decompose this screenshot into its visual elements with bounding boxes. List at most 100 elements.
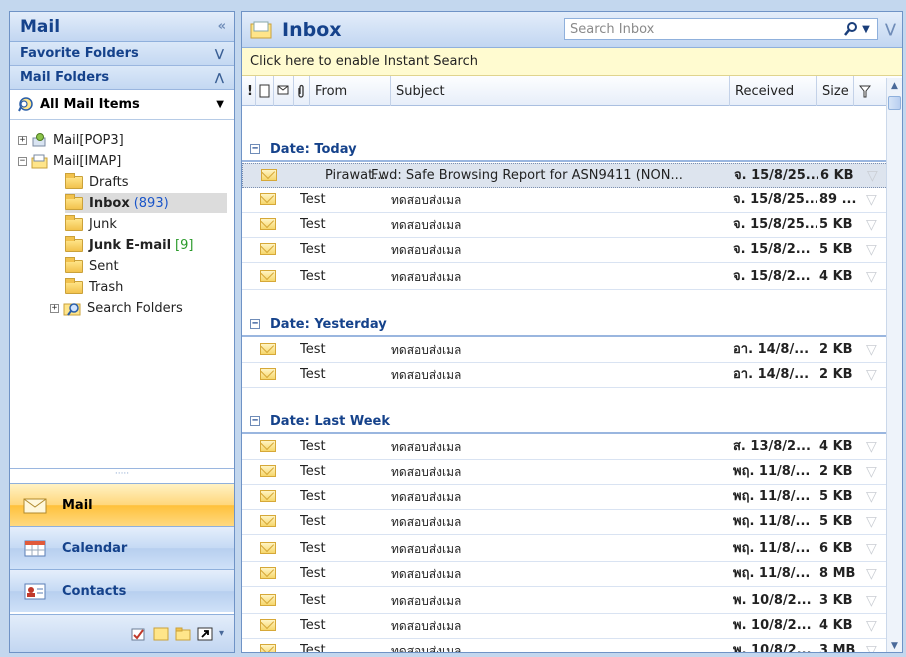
- importance-column[interactable]: !: [242, 76, 256, 106]
- flag-icon[interactable]: ▽: [866, 562, 882, 586]
- favorite-folders-header[interactable]: Favorite Folders ⋁: [10, 42, 234, 66]
- attachment-column[interactable]: [294, 76, 310, 106]
- flag-icon[interactable]: ▽: [866, 238, 882, 262]
- junk-email-folder-icon: [65, 235, 83, 252]
- tasks-icon[interactable]: [131, 627, 147, 641]
- search-button[interactable]: ▼: [837, 19, 877, 39]
- folder-list-icon[interactable]: [175, 627, 191, 641]
- collapse-group-icon[interactable]: −: [250, 144, 260, 154]
- group-header-last-week[interactable]: − Date: Last Week: [242, 410, 888, 434]
- message-received: จ. 15/8/2...: [733, 242, 811, 257]
- collapse-group-icon[interactable]: −: [250, 319, 260, 329]
- vertical-scrollbar[interactable]: ▲ ▼: [886, 78, 902, 652]
- message-row[interactable]: Test ทดสอบส่งเมล พฤ. 11/8/... 5 KB ▽: [242, 510, 888, 535]
- mail-nav-button[interactable]: Mail: [10, 483, 234, 526]
- scroll-up-icon[interactable]: ▲: [887, 78, 902, 94]
- message-from: Test: [300, 439, 326, 454]
- message-row[interactable]: Test ทดสอบส่งเมล จ. 15/8/25... 89 ... ▽: [242, 188, 888, 213]
- pane-splitter[interactable]: ·····: [10, 468, 234, 480]
- inbox-pane: Inbox ▼ ⋁ Click here to enable Instant S…: [241, 11, 903, 653]
- unread-envelope-icon: [260, 193, 276, 205]
- folder-junk-email[interactable]: Junk E-mail [9]: [65, 235, 193, 255]
- unread-envelope-icon: [260, 619, 276, 631]
- collapse-icon[interactable]: −: [18, 156, 27, 166]
- flag-icon[interactable]: ▽: [866, 614, 882, 638]
- flag-icon[interactable]: ▽: [866, 338, 882, 362]
- configure-buttons-icon[interactable]: ▾: [219, 628, 224, 639]
- expand-query-builder-icon[interactable]: ⋁: [885, 22, 896, 37]
- message-row[interactable]: Test ทดสอบส่งเมล ส. 13/8/2... 4 KB ▽: [242, 435, 888, 460]
- shortcuts-icon[interactable]: [197, 627, 213, 641]
- message-received: พ. 10/8/2...: [733, 618, 812, 633]
- folder-label: Inbox: [89, 195, 130, 211]
- expand-icon[interactable]: +: [50, 303, 59, 313]
- folder-drafts[interactable]: Drafts: [65, 172, 129, 192]
- message-from: Test: [300, 618, 326, 633]
- group-header-yesterday[interactable]: − Date: Yesterday: [242, 313, 888, 337]
- notes-icon[interactable]: [153, 627, 169, 641]
- folder-sent[interactable]: Sent: [65, 256, 119, 276]
- search-input[interactable]: [565, 21, 837, 37]
- page-icon: [259, 84, 270, 98]
- subject-column[interactable]: Subject: [391, 76, 730, 106]
- all-mail-items-selector[interactable]: All Mail Items ▼: [10, 90, 234, 120]
- message-row[interactable]: Test ทดสอบส่งเมล พฤ. 11/8/... 6 KB ▽: [242, 537, 888, 562]
- flag-icon[interactable]: ▽: [866, 435, 882, 459]
- from-column[interactable]: From: [310, 76, 391, 106]
- message-row[interactable]: Pirawat... Fwd: Safe Browsing Report for …: [242, 163, 888, 188]
- received-column[interactable]: Received: [730, 76, 817, 106]
- chevron-up-icon[interactable]: ⋀: [215, 71, 224, 84]
- folder-mail-pop3[interactable]: + Mail[POP3]: [18, 130, 124, 150]
- message-row[interactable]: Test ทดสอบส่งเมล พฤ. 11/8/... 2 KB ▽: [242, 460, 888, 485]
- message-row[interactable]: Test ทดสอบส่งเมล จ. 15/8/2... 4 KB ▽: [242, 265, 888, 290]
- message-row[interactable]: Test ทดสอบส่งเมล อา. 14/8/... 2 KB ▽: [242, 363, 888, 388]
- folder-trash[interactable]: Trash: [65, 277, 123, 297]
- flag-icon[interactable]: ▽: [866, 265, 882, 289]
- flag-icon[interactable]: ▽: [867, 164, 883, 188]
- unread-envelope-icon: [260, 440, 276, 452]
- message-row[interactable]: Test ทดสอบส่งเมล พ. 10/8/2... 3 MB ▽: [242, 639, 888, 652]
- message-row[interactable]: Test ทดสอบส่งเมล อา. 14/8/... 2 KB ▽: [242, 338, 888, 363]
- icon-column[interactable]: [256, 76, 274, 106]
- flag-icon[interactable]: ▽: [866, 363, 882, 387]
- flag-icon[interactable]: ▽: [866, 485, 882, 509]
- flag-icon[interactable]: ▽: [866, 213, 882, 237]
- scroll-thumb[interactable]: [888, 96, 901, 110]
- calendar-nav-button[interactable]: Calendar: [10, 526, 234, 569]
- flag-status-column[interactable]: [854, 76, 888, 106]
- flag-icon[interactable]: ▽: [866, 589, 882, 613]
- search-box[interactable]: ▼: [564, 18, 878, 40]
- scroll-down-icon[interactable]: ▼: [887, 638, 902, 652]
- navigation-pane: Mail « Favorite Folders ⋁ Mail Folders ⋀…: [9, 11, 235, 653]
- collapse-group-icon[interactable]: −: [250, 416, 260, 426]
- collapse-nav-button[interactable]: «: [218, 19, 226, 34]
- message-row[interactable]: Test ทดสอบส่งเมล จ. 15/8/25... 5 KB ▽: [242, 213, 888, 238]
- flag-icon[interactable]: ▽: [866, 460, 882, 484]
- chevron-down-icon[interactable]: ▼: [862, 24, 870, 35]
- folder-inbox[interactable]: Inbox (893): [65, 193, 227, 213]
- message-received: พฤ. 11/8/...: [733, 541, 811, 556]
- contacts-nav-button[interactable]: Contacts: [10, 569, 234, 612]
- mail-folders-header[interactable]: Mail Folders ⋀: [10, 66, 234, 90]
- size-column[interactable]: Size: [817, 76, 854, 106]
- flag-icon[interactable]: ▽: [866, 188, 882, 212]
- folder-search-folders[interactable]: + Search Folders: [50, 298, 183, 318]
- message-row[interactable]: Test ทดสอบส่งเมล พฤ. 11/8/... 5 KB ▽: [242, 485, 888, 510]
- folder-junk[interactable]: Junk: [65, 214, 117, 234]
- message-row[interactable]: Test ทดสอบส่งเมล จ. 15/8/2... 5 KB ▽: [242, 238, 888, 263]
- folder-mail-imap[interactable]: − Mail[IMAP]: [18, 151, 121, 171]
- instant-search-bar[interactable]: Click here to enable Instant Search: [242, 48, 902, 76]
- chevron-down-icon[interactable]: ⋁: [215, 47, 224, 60]
- message-row[interactable]: Test ทดสอบส่งเมล พ. 10/8/2... 3 KB ▽: [242, 589, 888, 614]
- dropdown-arrow-icon[interactable]: ▼: [216, 99, 224, 110]
- reminder-column[interactable]: [274, 76, 294, 106]
- message-row[interactable]: Test ทดสอบส่งเมล พ. 10/8/2... 4 KB ▽: [242, 614, 888, 639]
- message-from: Test: [300, 342, 326, 357]
- flag-icon[interactable]: ▽: [866, 537, 882, 561]
- expand-icon[interactable]: +: [18, 135, 27, 145]
- flag-icon[interactable]: ▽: [866, 510, 882, 534]
- group-header-today[interactable]: − Date: Today: [242, 138, 888, 162]
- flag-icon[interactable]: ▽: [866, 639, 882, 652]
- message-row[interactable]: Test ทดสอบส่งเมล พฤ. 11/8/... 8 MB ▽: [242, 562, 888, 587]
- message-from: Test: [300, 566, 326, 581]
